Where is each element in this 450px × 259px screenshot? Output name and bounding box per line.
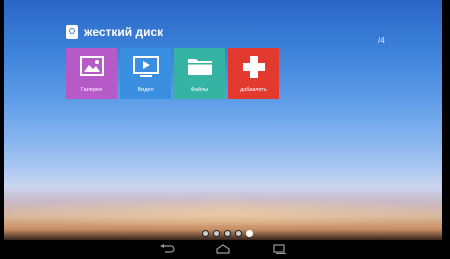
navigation-bar bbox=[4, 240, 442, 254]
page-dot[interactable] bbox=[213, 230, 220, 237]
tile-video[interactable]: Видео bbox=[120, 48, 171, 99]
gallery-icon bbox=[79, 56, 104, 83]
tile-files[interactable]: Файлы bbox=[174, 48, 225, 99]
app-tiles: Галерея Видео Файлы добавлять bbox=[66, 48, 279, 99]
recents-icon[interactable] bbox=[271, 241, 287, 254]
page-dot[interactable] bbox=[235, 230, 242, 237]
page-dot-active[interactable] bbox=[246, 230, 253, 237]
header: жесткий диск bbox=[66, 25, 163, 39]
back-icon[interactable] bbox=[159, 241, 175, 253]
page-dots bbox=[202, 230, 253, 237]
screen-bezel-left bbox=[0, 0, 4, 252]
tile-label: Галерея bbox=[80, 87, 103, 93]
tile-label: Файлы bbox=[190, 87, 209, 93]
page-indicator: /4 bbox=[378, 36, 385, 45]
screen-bezel-right bbox=[442, 0, 450, 252]
plus-icon bbox=[242, 55, 266, 84]
home-icon[interactable] bbox=[215, 241, 231, 254]
tile-add[interactable]: добавлять bbox=[228, 48, 279, 99]
tile-label: Видео bbox=[137, 87, 154, 93]
page-dot[interactable] bbox=[224, 230, 231, 237]
video-icon bbox=[132, 56, 159, 83]
tile-gallery[interactable]: Галерея bbox=[66, 48, 117, 99]
page-title: жесткий диск bbox=[84, 25, 164, 39]
tile-label: добавлять bbox=[240, 87, 267, 93]
page-dot[interactable] bbox=[202, 230, 209, 237]
folder-icon bbox=[187, 56, 213, 81]
home-screen: жесткий диск /4 Галерея Видео Файлы доба… bbox=[0, 0, 450, 252]
hard-disk-icon bbox=[66, 25, 78, 39]
